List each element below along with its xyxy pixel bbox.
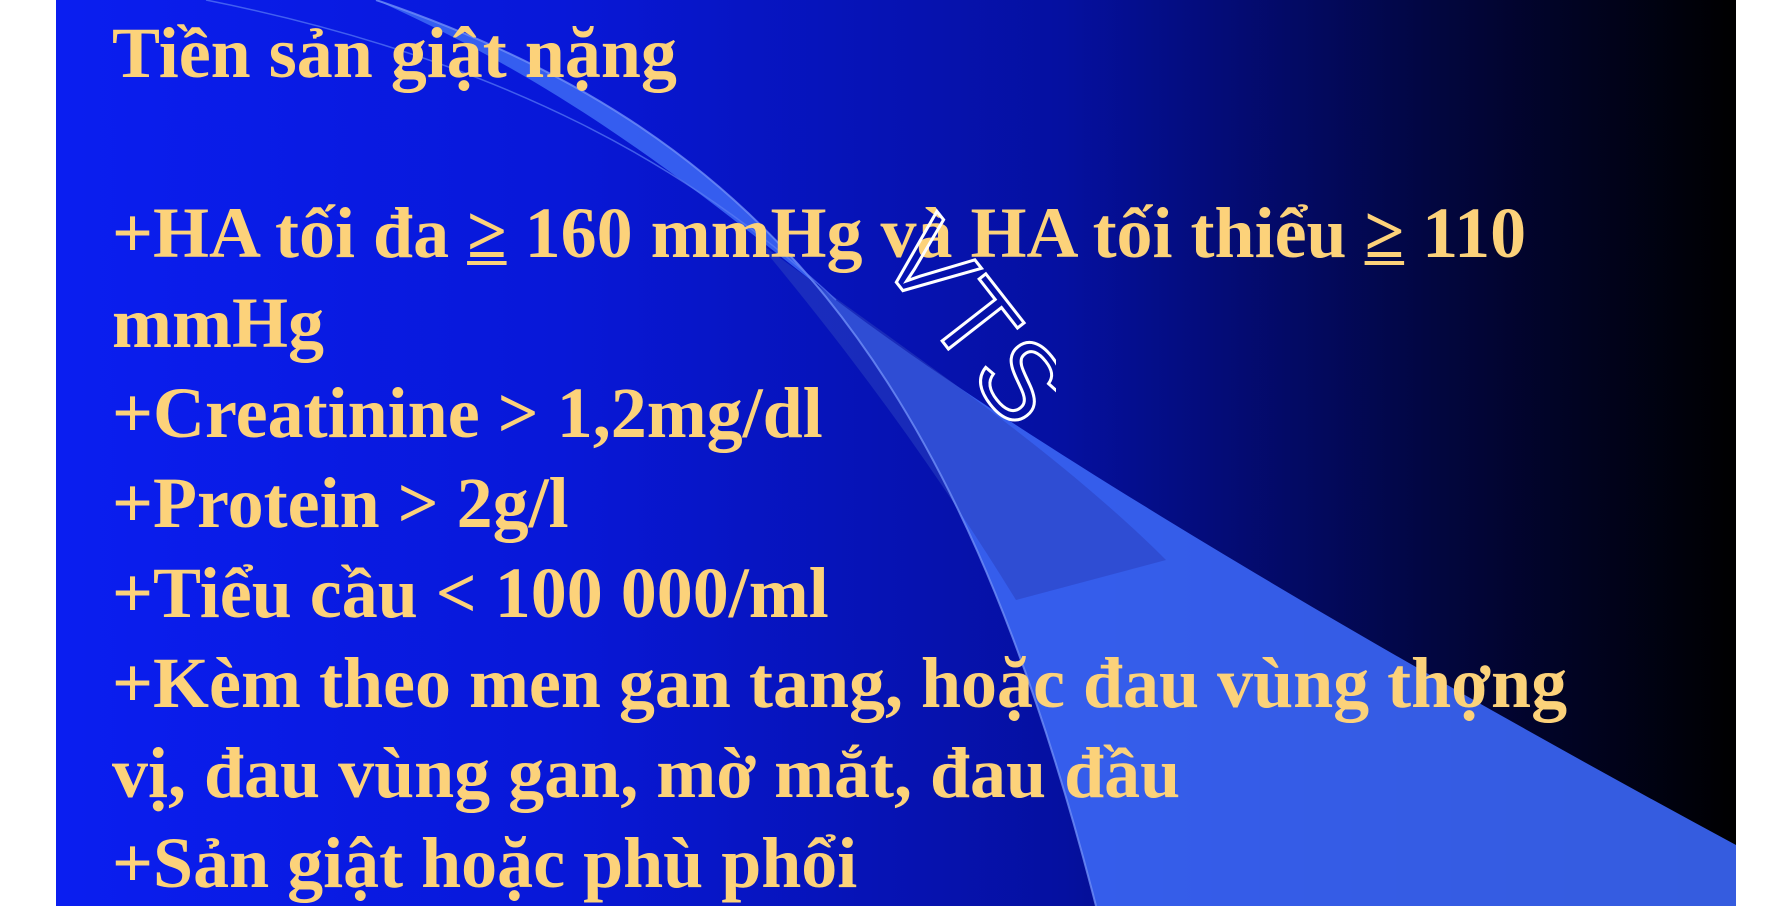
slide: Tiền sản giật nặng +HA tối đa ≥ 160 mmHg… [56,0,1736,906]
symptoms-criterion-cont: vị, đau vùng gan, mờ mắt, đau đầu [112,733,1181,813]
page: Tiền sản giật nặng +HA tối đa ≥ 160 mmHg… [0,0,1782,906]
slide-content: Tiền sản giật nặng +HA tối đa ≥ 160 mmHg… [112,8,1712,906]
ha-suffix: 110 [1404,193,1527,273]
ha-prefix: +HA tối đa [112,193,468,273]
ha-symbol-2: ≥ [1364,193,1405,273]
ha-symbol-1: ≥ [467,193,507,273]
watermark-text: VTS [858,197,1056,430]
eclampsia-criterion: +Sản giật hoặc phù phổi [112,823,858,903]
slide-title: Tiền sản giật nặng [112,13,677,93]
platelet-criterion: +Tiểu cầu < 100 000/ml [112,553,829,633]
protein-criterion: +Protein > 2g/l [112,463,569,543]
symptoms-criterion: +Kèm theo men gan tang, hoặc đau vùng th… [112,643,1568,723]
vts-watermark: VTS [857,195,1056,430]
